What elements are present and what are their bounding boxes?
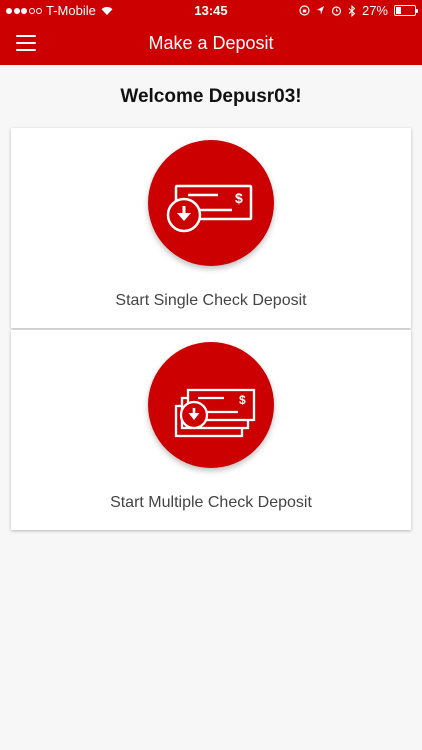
svg-text:$: $ [239, 393, 246, 407]
multiple-check-deposit-card[interactable]: $ Start Multiple Check Deposit [11, 330, 411, 530]
multiple-check-deposit-label: Start Multiple Check Deposit [110, 494, 312, 511]
multiple-check-deposit-icon: $ [148, 342, 274, 468]
battery-percent: 27% [361, 3, 388, 18]
alarm-icon [331, 6, 342, 16]
status-bar: T-Mobile 13:45 27% [0, 0, 422, 21]
welcome-message: Welcome Depusr03! [120, 86, 302, 107]
page-title: Make a Deposit [148, 33, 274, 53]
status-right: 27% [299, 3, 418, 18]
svg-text:$: $ [235, 190, 243, 206]
rotation-lock-icon [299, 5, 310, 16]
top-bar: T-Mobile 13:45 27% Make a Deposit [0, 0, 422, 65]
location-arrow-icon [316, 6, 324, 15]
single-check-deposit-card[interactable]: $ Start Single Check Deposit [11, 128, 411, 328]
single-check-deposit-label: Start Single Check Deposit [115, 292, 307, 309]
battery-icon [394, 5, 418, 16]
single-check-deposit-icon: $ [148, 140, 274, 266]
nav-bar: Make a Deposit [0, 21, 422, 65]
bluetooth-icon [348, 4, 356, 17]
